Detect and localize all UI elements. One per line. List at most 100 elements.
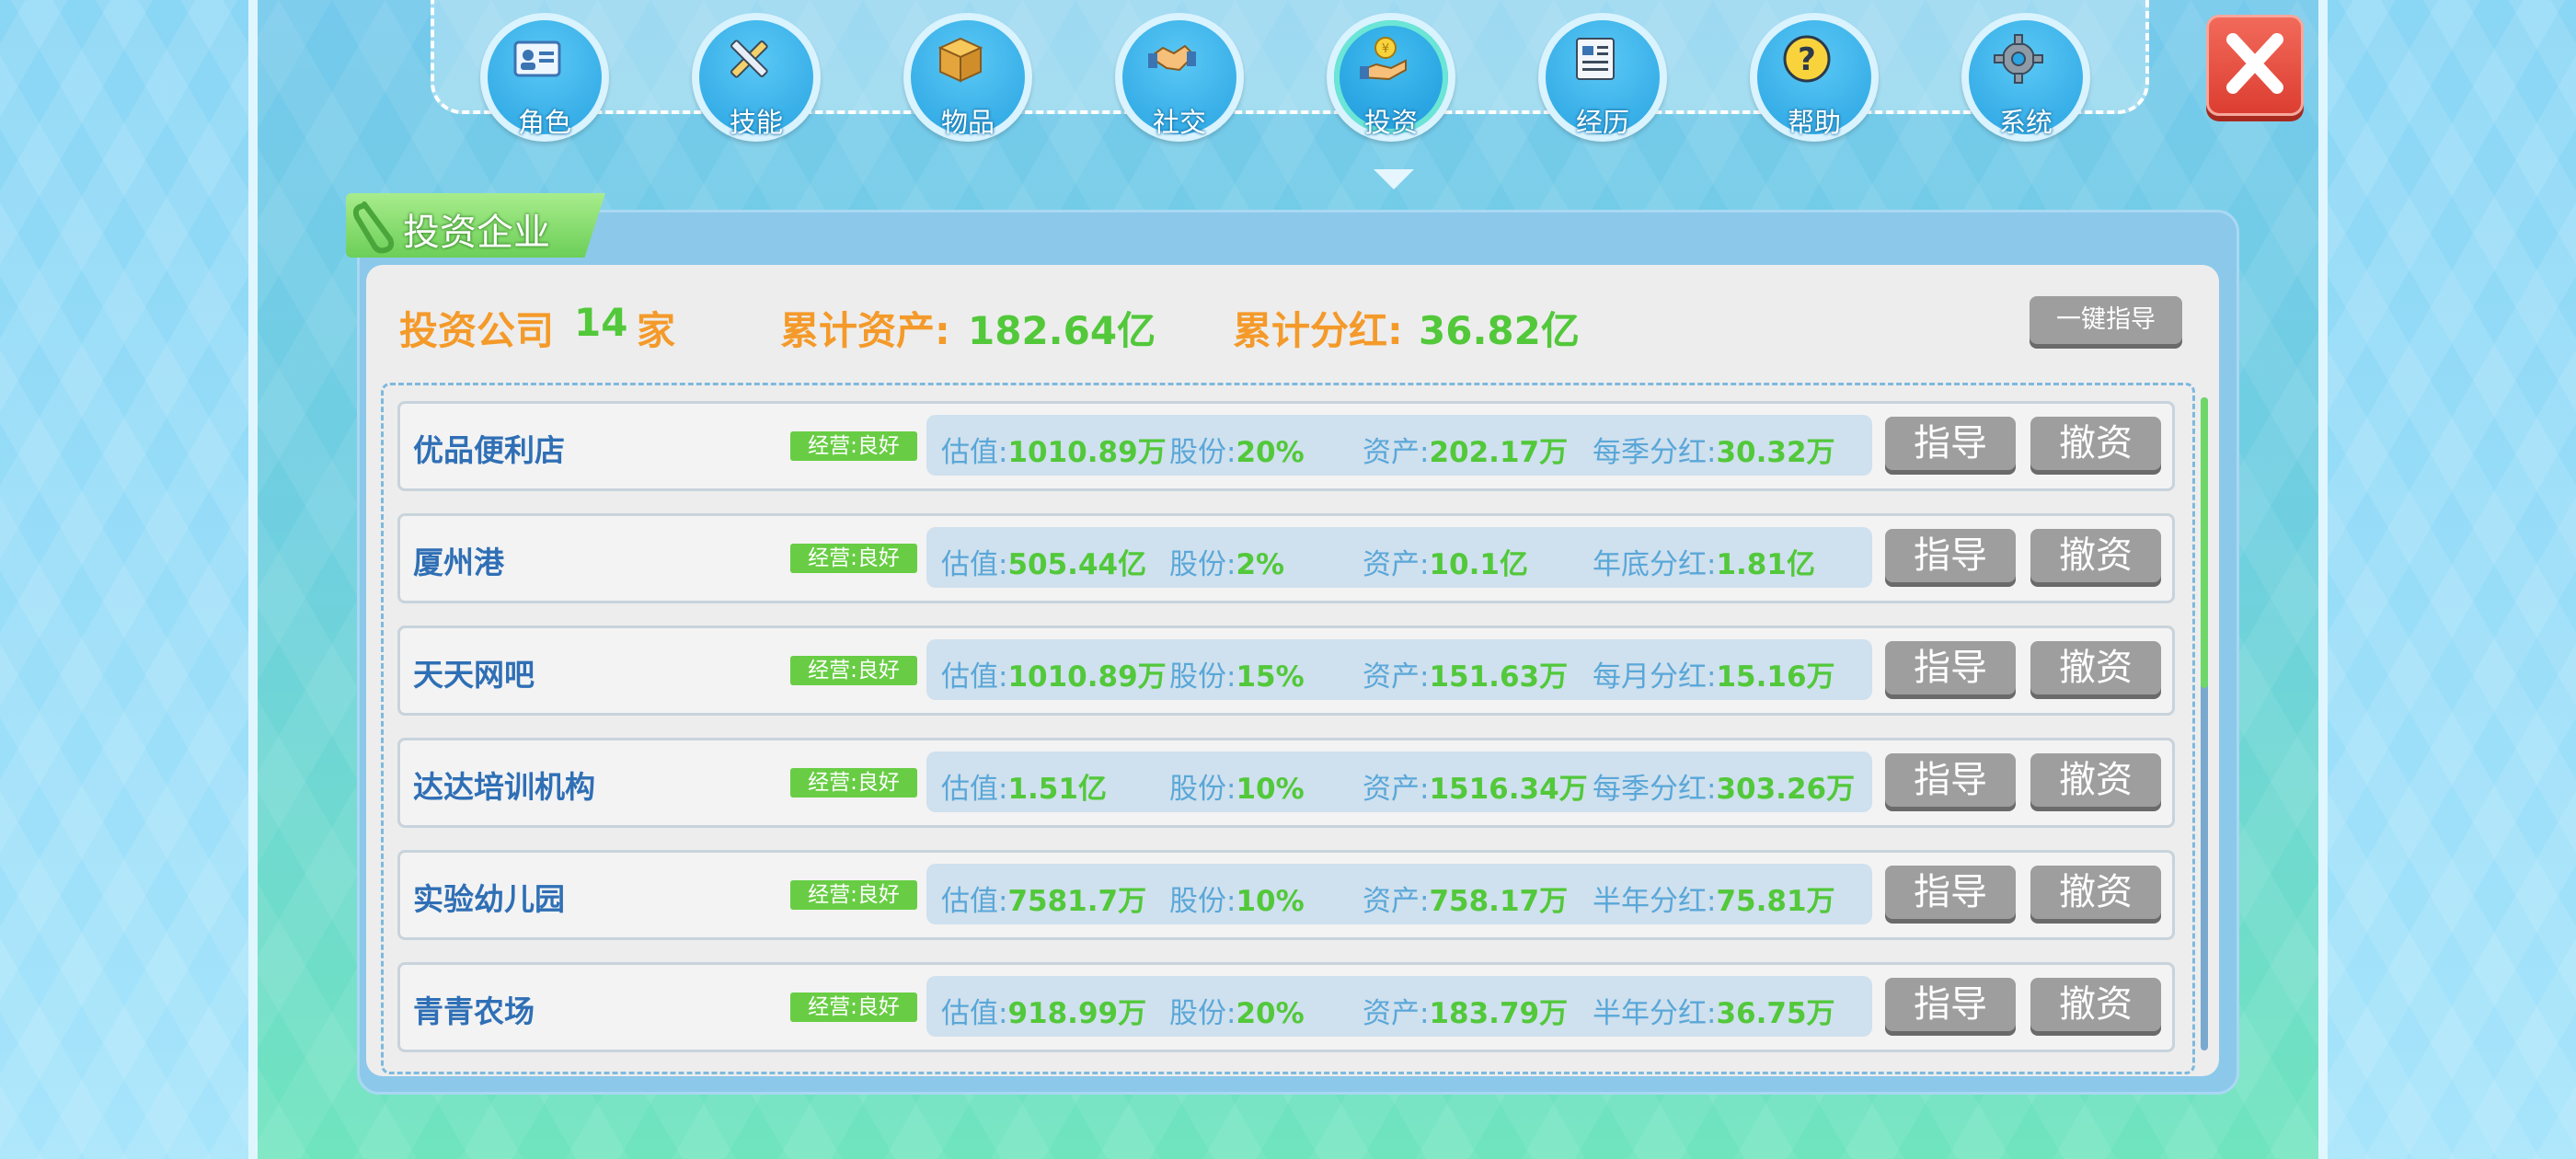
coin-hand-icon: ¥ bbox=[1360, 37, 1407, 81]
document-icon bbox=[1576, 38, 1615, 80]
panel-title: 投资企业 bbox=[403, 212, 550, 254]
company-name: 厦州港 bbox=[413, 545, 504, 580]
shares-value: 15% bbox=[1236, 660, 1305, 694]
valuation-label: 估值: bbox=[941, 436, 1008, 469]
nav-label: 投资 bbox=[1363, 107, 1418, 138]
nav-label: 系统 bbox=[1998, 107, 2053, 138]
shares-value: 20% bbox=[1236, 997, 1305, 1030]
guide-button[interactable]: 指导 bbox=[1885, 753, 2016, 807]
guide-all-button[interactable]: 一键指导 bbox=[2030, 296, 2182, 344]
guide-button[interactable]: 指导 bbox=[1885, 417, 2016, 470]
left-frame-edge bbox=[248, 0, 258, 1159]
company-name: 青青农场 bbox=[413, 993, 535, 1029]
company-stats: 估值:505.44亿 股份:2% 资产:10.1亿 年底分红:1.81亿 bbox=[926, 527, 1872, 588]
right-frame-edge bbox=[2318, 0, 2328, 1159]
pencil-ruler-icon bbox=[730, 40, 768, 78]
close-button[interactable] bbox=[2206, 15, 2304, 116]
valuation-label: 估值: bbox=[941, 773, 1008, 806]
company-stats: 估值:1010.89万 股份:20% 资产:202.17万 每季分红:30.32… bbox=[926, 415, 1872, 476]
dividend-value: 15.16万 bbox=[1716, 660, 1835, 694]
dividend-value: 1.81亿 bbox=[1716, 548, 1815, 581]
shares-value: 2% bbox=[1236, 548, 1285, 581]
company-row: 天天网吧 经营:良好 估值:1010.89万 股份:15% 资产:151.63万… bbox=[397, 625, 2175, 716]
valuation-label: 估值: bbox=[941, 548, 1008, 581]
nav-system[interactable]: 系统 bbox=[1961, 13, 2090, 142]
shares-label: 股份: bbox=[1169, 997, 1236, 1030]
assets-value: 183.79万 bbox=[1429, 997, 1569, 1030]
company-row: 实验幼儿园 经营:良好 估值:7581.7万 股份:10% 资产:758.17万… bbox=[397, 850, 2175, 940]
withdraw-button[interactable]: 撤资 bbox=[2030, 753, 2161, 807]
guide-button[interactable]: 指导 bbox=[1885, 866, 2016, 919]
assets-value: 202.17万 bbox=[1429, 436, 1569, 469]
shares-value: 20% bbox=[1236, 436, 1305, 469]
guide-button[interactable]: 指导 bbox=[1885, 529, 2016, 582]
nav-label: 帮助 bbox=[1787, 107, 1841, 138]
assets-label: 资产: bbox=[1363, 660, 1430, 694]
valuation-label: 估值: bbox=[941, 997, 1008, 1030]
company-stats: 估值:7581.7万 股份:10% 资产:758.17万 半年分红:75.81万 bbox=[926, 864, 1872, 924]
assets-value: 10.1亿 bbox=[1429, 548, 1528, 581]
status-badge: 经营:良好 bbox=[790, 431, 917, 461]
active-tab-pointer bbox=[1374, 169, 1414, 189]
valuation-value: 7581.7万 bbox=[1007, 885, 1147, 918]
shares-label: 股份: bbox=[1169, 660, 1236, 694]
withdraw-button[interactable]: 撤资 bbox=[2030, 978, 2161, 1031]
nav-label: 物品 bbox=[940, 107, 995, 138]
withdraw-button[interactable]: 撤资 bbox=[2030, 417, 2161, 470]
nav-label: 经历 bbox=[1575, 107, 1629, 138]
scrollbar[interactable] bbox=[2201, 397, 2208, 1050]
nav-label: 技能 bbox=[729, 107, 783, 138]
gear-icon bbox=[1994, 34, 2043, 84]
svg-text:¥: ¥ bbox=[1382, 42, 1389, 56]
company-name: 实验幼儿园 bbox=[413, 881, 565, 917]
dividend-label: 年底分红: bbox=[1593, 548, 1717, 581]
nav-label: 社交 bbox=[1152, 107, 1206, 138]
nav-history[interactable]: 经历 bbox=[1538, 13, 1667, 142]
dividend-value: 303.26万 bbox=[1716, 773, 1856, 806]
dividend-value: 36.75万 bbox=[1716, 997, 1835, 1030]
shares-label: 股份: bbox=[1169, 773, 1236, 806]
nav-label: 角色 bbox=[517, 107, 571, 138]
withdraw-button[interactable]: 撤资 bbox=[2030, 641, 2161, 694]
left-background bbox=[0, 0, 248, 1159]
dividend-value: 75.81万 bbox=[1716, 885, 1835, 918]
total-dividend-label: 累计分红: bbox=[1233, 308, 1403, 353]
status-badge: 经营:良好 bbox=[790, 768, 917, 798]
valuation-value: 918.99万 bbox=[1007, 997, 1147, 1030]
nav-invest[interactable]: ¥ 投资 bbox=[1327, 13, 1455, 142]
scroll-thumb[interactable] bbox=[2201, 397, 2208, 688]
status-badge: 经营:良好 bbox=[790, 993, 917, 1022]
valuation-value: 1010.89万 bbox=[1007, 660, 1167, 694]
dividend-label: 每季分红: bbox=[1593, 436, 1717, 469]
right-background bbox=[2328, 0, 2576, 1159]
valuation-label: 估值: bbox=[941, 885, 1008, 918]
dividend-label: 半年分红: bbox=[1593, 885, 1717, 918]
nav-help[interactable]: ? 帮助 bbox=[1750, 13, 1879, 142]
dividend-label: 半年分红: bbox=[1593, 997, 1717, 1030]
valuation-value: 1010.89万 bbox=[1007, 436, 1167, 469]
guide-button[interactable]: 指导 bbox=[1885, 641, 2016, 694]
withdraw-button[interactable]: 撤资 bbox=[2030, 529, 2161, 582]
assets-label: 资产: bbox=[1363, 548, 1430, 581]
companies-unit: 家 bbox=[637, 308, 676, 353]
assets-label: 资产: bbox=[1363, 436, 1430, 469]
withdraw-button[interactable]: 撤资 bbox=[2030, 866, 2161, 919]
box-icon bbox=[937, 37, 983, 83]
guide-button[interactable]: 指导 bbox=[1885, 978, 2016, 1031]
assets-value: 758.17万 bbox=[1429, 885, 1569, 918]
dividend-value: 30.32万 bbox=[1716, 436, 1835, 469]
nav-items[interactable]: 物品 bbox=[903, 13, 1032, 142]
status-badge: 经营:良好 bbox=[790, 544, 917, 573]
company-name: 天天网吧 bbox=[413, 657, 535, 693]
assets-label: 资产: bbox=[1363, 773, 1430, 806]
company-row: 优品便利店 经营:良好 估值:1010.89万 股份:20% 资产:202.17… bbox=[397, 401, 2175, 491]
assets-label: 资产: bbox=[1363, 885, 1430, 918]
nav-role[interactable]: 角色 bbox=[480, 13, 609, 142]
panel-title-tab: 投资企业 bbox=[346, 193, 605, 258]
valuation-label: 估值: bbox=[941, 660, 1008, 694]
nav-skill[interactable]: 技能 bbox=[692, 13, 821, 142]
status-badge: 经营:良好 bbox=[790, 880, 917, 910]
shares-value: 10% bbox=[1236, 885, 1305, 918]
nav-social[interactable]: 社交 bbox=[1115, 13, 1244, 142]
shares-value: 10% bbox=[1236, 773, 1305, 806]
